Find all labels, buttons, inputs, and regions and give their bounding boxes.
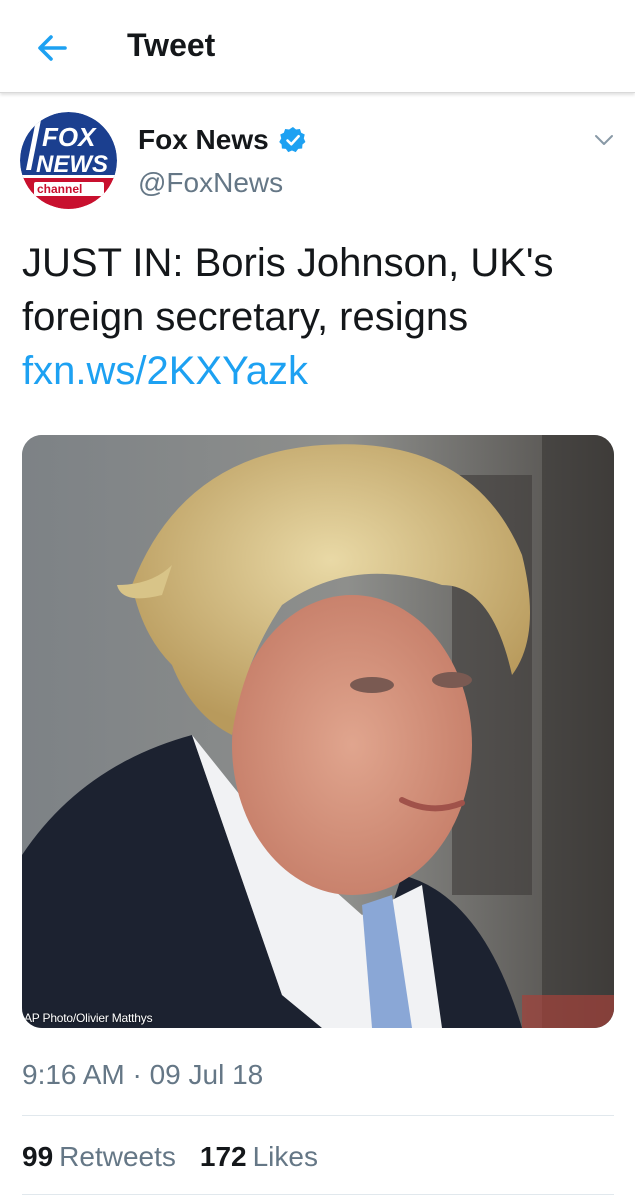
likes-stat[interactable]: 172 Likes (200, 1139, 318, 1175)
tweet-media-photo[interactable]: AP Photo/Olivier Matthys (22, 435, 614, 1028)
page-title: Tweet (127, 27, 216, 63)
author-handle[interactable]: @FoxNews (138, 165, 283, 201)
tweet-link[interactable]: fxn.ws/2KXYazk (22, 349, 308, 393)
tweet-body: JUST IN: Boris Johnson, UK's foreign sec… (22, 241, 554, 339)
verified-badge-icon (278, 126, 307, 154)
chevron-down-icon (595, 135, 613, 145)
more-options-button[interactable] (590, 126, 618, 154)
divider (22, 1194, 614, 1195)
tweet-text: JUST IN: Boris Johnson, UK's foreign sec… (22, 236, 622, 398)
fox-news-logo: FOX NEWS channel (20, 112, 117, 209)
photo-image (22, 435, 614, 1028)
back-button[interactable] (30, 26, 74, 70)
top-bar: Tweet (0, 0, 635, 93)
retweets-stat[interactable]: 99 Retweets (22, 1139, 176, 1175)
tweet-timestamp[interactable]: 9:16 AM · 09 Jul 18 (22, 1057, 263, 1093)
avatar[interactable]: FOX NEWS channel (20, 112, 117, 209)
likes-label: Likes (252, 1141, 318, 1172)
likes-count: 172 (199, 1141, 247, 1172)
arrow-left-icon (38, 35, 67, 61)
photo-credit: AP Photo/Olivier Matthys (24, 1011, 153, 1025)
avatar-logo-fox: FOX (42, 122, 97, 152)
author-name[interactable]: Fox News (138, 122, 307, 158)
divider (22, 1115, 614, 1116)
tweet-stats: 99 Retweets 172 Likes (22, 1139, 342, 1175)
avatar-logo-channel: channel (37, 182, 82, 196)
retweets-count: 99 (22, 1141, 54, 1172)
avatar-logo-news: NEWS (36, 151, 108, 178)
retweets-label: Retweets (59, 1141, 176, 1172)
author-name-text: Fox News (138, 124, 269, 155)
